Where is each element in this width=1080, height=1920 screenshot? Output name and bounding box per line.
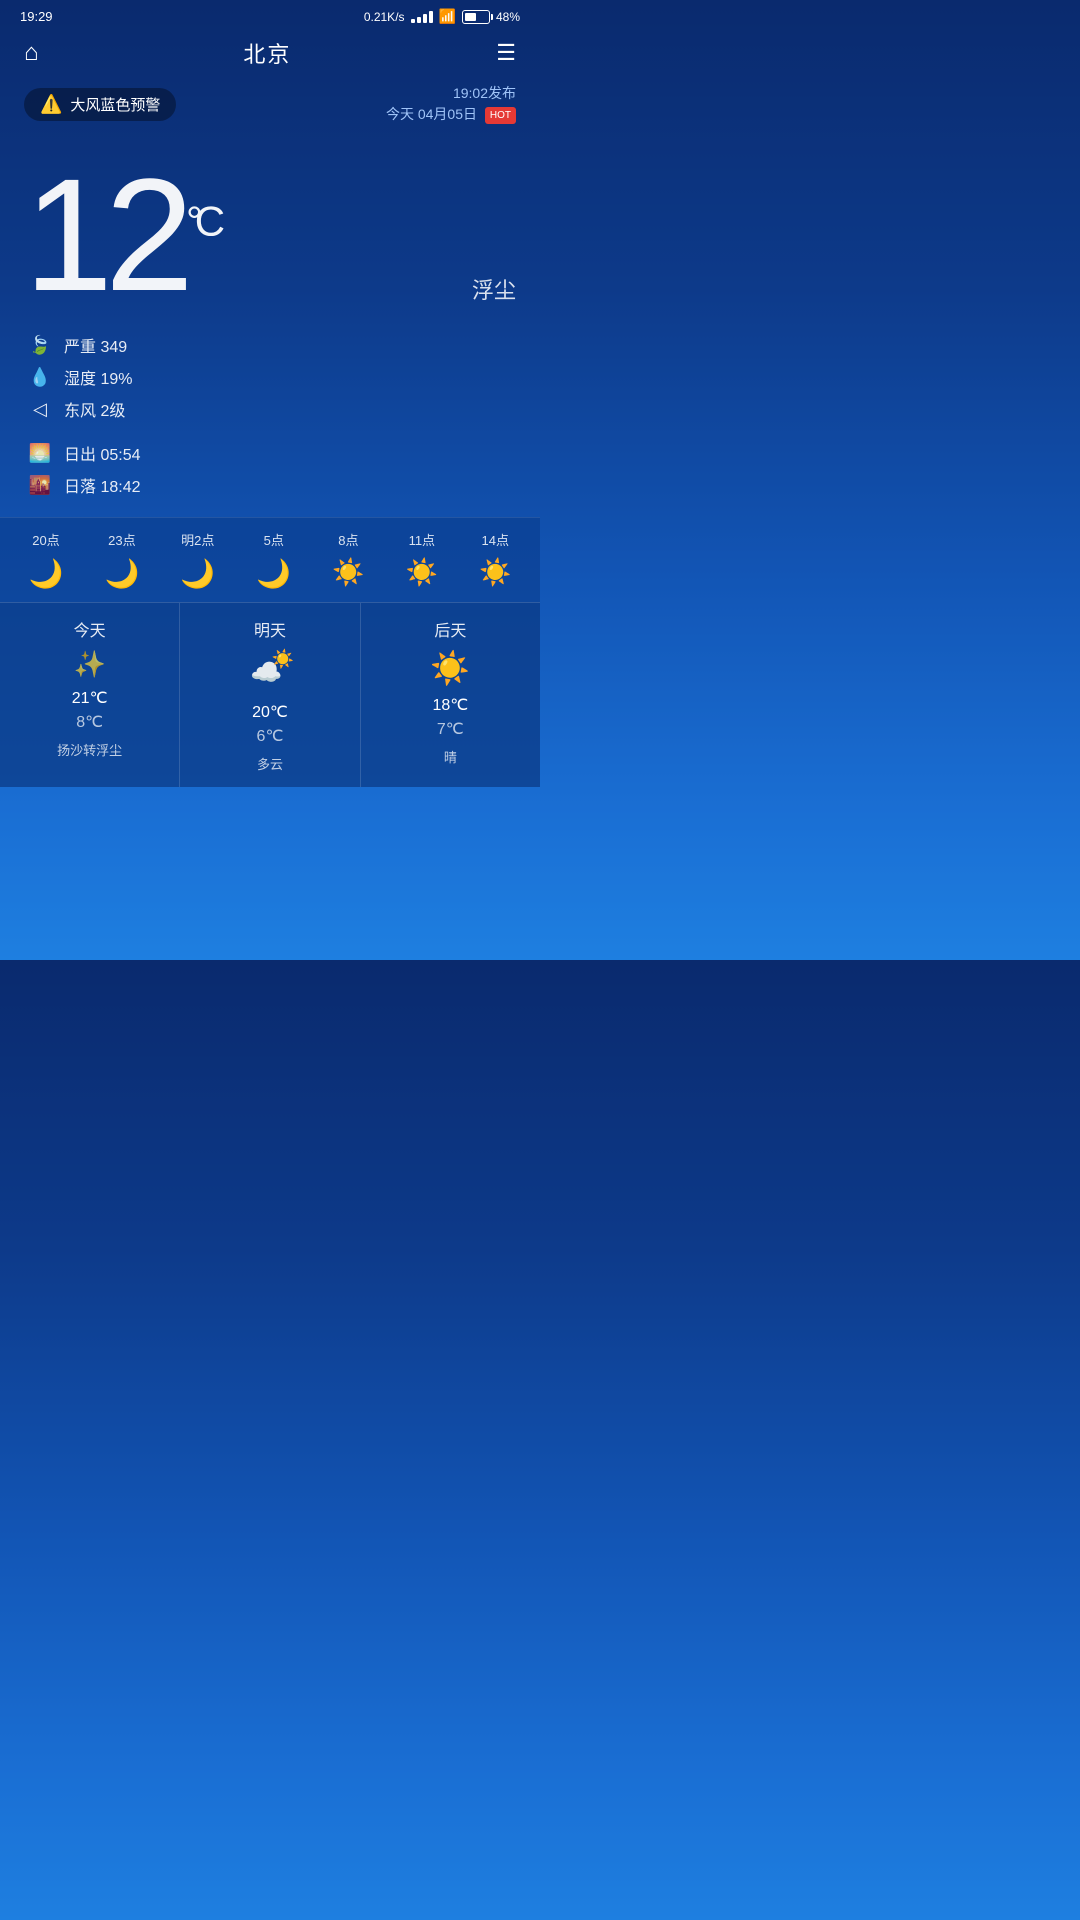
tomorrow-low: 6℃ xyxy=(190,726,349,746)
moon-icon: 🌙 xyxy=(180,557,215,590)
hourly-time: 23点 xyxy=(108,530,135,549)
daily-today: 今天 ✨ 21℃ 8℃ 扬沙转浮尘 xyxy=(0,603,180,787)
temperature-display: 12°C xyxy=(24,155,516,315)
sun-icon: ☀️ xyxy=(479,557,511,588)
warning-icon: ⚠️ xyxy=(40,94,62,115)
hourly-item: 11点 ☀️ xyxy=(406,530,438,590)
weather-details: 🍃 严重 349 💧 湿度 19% ◁ 东风 2级 xyxy=(0,325,540,437)
hourly-item: 20点 🌙 xyxy=(29,530,64,590)
hourly-time: 5点 xyxy=(264,530,284,549)
sun-times: 🌅 日出 05:54 🌇 日落 18:42 xyxy=(0,437,540,517)
hourly-time: 20点 xyxy=(32,530,59,549)
sun-icon: ☀️ xyxy=(406,557,438,588)
sunrise-value: 日出 05:54 xyxy=(64,441,141,465)
moon-icon: 🌙 xyxy=(256,557,291,590)
humidity-row: 💧 湿度 19% xyxy=(28,365,512,389)
hourly-time: 11点 xyxy=(409,530,436,549)
sunset-row: 🌇 日落 18:42 xyxy=(28,473,512,497)
today-high: 21℃ xyxy=(10,688,169,708)
publish-time: 19:02发布 xyxy=(386,83,516,104)
hourly-item: 8点 ☀️ xyxy=(332,530,364,590)
battery-percent: 48% xyxy=(496,10,520,24)
daily-forecast: 今天 ✨ 21℃ 8℃ 扬沙转浮尘 明天 ☁️ ☀️ 20℃ 6℃ 多云 后天 … xyxy=(0,602,540,787)
sunset-icon: 🌇 xyxy=(28,475,52,496)
sunrise-icon: 🌅 xyxy=(28,443,52,464)
hourly-forecast: 20点 🌙 23点 🌙 明2点 🌙 5点 🌙 8点 ☀️ 11点 ☀️ 14点 ☀️ xyxy=(0,517,540,602)
temperature-section: 12°C 浮尘 xyxy=(0,135,540,325)
sun-icon: ☀️ xyxy=(332,557,364,588)
today-desc: 扬沙转浮尘 xyxy=(10,740,169,759)
leaf-icon: 🍃 xyxy=(28,335,52,356)
hourly-time: 14点 xyxy=(482,530,509,549)
header: ⌂ 北京 ☰ xyxy=(0,29,540,77)
hourly-item: 5点 🌙 xyxy=(256,530,291,590)
today-low: 8℃ xyxy=(10,712,169,732)
home-icon[interactable]: ⌂ xyxy=(24,39,39,67)
dayafter-desc: 晴 xyxy=(371,747,530,766)
tomorrow-label: 明天 xyxy=(190,617,349,641)
status-time: 19:29 xyxy=(20,9,53,24)
tomorrow-icon: ☁️ ☀️ xyxy=(246,649,294,689)
humidity-value: 湿度 19% xyxy=(64,365,132,389)
hourly-item: 23点 🌙 xyxy=(104,530,139,590)
city-name: 北京 xyxy=(243,37,291,69)
tomorrow-desc: 多云 xyxy=(190,754,349,773)
hourly-item: 明2点 🌙 xyxy=(180,530,215,590)
dayafter-high: 18℃ xyxy=(371,695,530,715)
today-icon: ✨ xyxy=(10,649,169,680)
hourly-item: 14点 ☀️ xyxy=(479,530,511,590)
battery-icon xyxy=(462,10,490,24)
dayafter-low: 7℃ xyxy=(371,719,530,739)
today-label: 今天 xyxy=(10,617,169,641)
wind-row: ◁ 东风 2级 xyxy=(28,397,512,421)
alert-time-info: 19:02发布 今天 04月05日 HOT xyxy=(386,83,516,125)
wifi-icon: 📶 xyxy=(439,8,456,25)
menu-icon[interactable]: ☰ xyxy=(496,40,516,66)
moon-icon: 🌙 xyxy=(104,557,139,590)
humidity-icon: 💧 xyxy=(28,367,52,388)
tomorrow-high: 20℃ xyxy=(190,702,349,722)
moon-icon: 🌙 xyxy=(29,557,64,590)
alert-bar: ⚠️ 大风蓝色预警 19:02发布 今天 04月05日 HOT xyxy=(0,77,540,131)
sunrise-row: 🌅 日出 05:54 xyxy=(28,441,512,465)
alert-date: 今天 04月05日 HOT xyxy=(386,104,516,125)
daily-dayafter: 后天 ☀️ 18℃ 7℃ 晴 xyxy=(361,603,540,787)
signal-icon xyxy=(411,11,433,23)
status-right: 0.21K/s 📶 48% xyxy=(364,8,520,25)
wind-value: 东风 2级 xyxy=(64,397,125,421)
status-bar: 19:29 0.21K/s 📶 48% xyxy=(0,0,540,29)
temperature-value: 12 xyxy=(24,145,186,324)
hourly-time: 明2点 xyxy=(181,530,214,549)
weather-condition: 浮尘 xyxy=(472,273,516,305)
daily-tomorrow: 明天 ☁️ ☀️ 20℃ 6℃ 多云 xyxy=(180,603,360,787)
dayafter-icon: ☀️ xyxy=(371,649,530,687)
hourly-time: 8点 xyxy=(338,530,358,549)
network-speed: 0.21K/s xyxy=(364,10,405,24)
alert-label: 大风蓝色预警 xyxy=(70,94,160,115)
sunset-value: 日落 18:42 xyxy=(64,473,141,497)
aqi-value: 严重 349 xyxy=(64,333,127,357)
aqi-row: 🍃 严重 349 xyxy=(28,333,512,357)
alert-badge[interactable]: ⚠️ 大风蓝色预警 xyxy=(24,88,176,121)
hot-badge: HOT xyxy=(485,107,516,124)
wind-icon: ◁ xyxy=(28,399,52,420)
dayafter-label: 后天 xyxy=(371,617,530,641)
temperature-unit: °C xyxy=(186,198,217,245)
